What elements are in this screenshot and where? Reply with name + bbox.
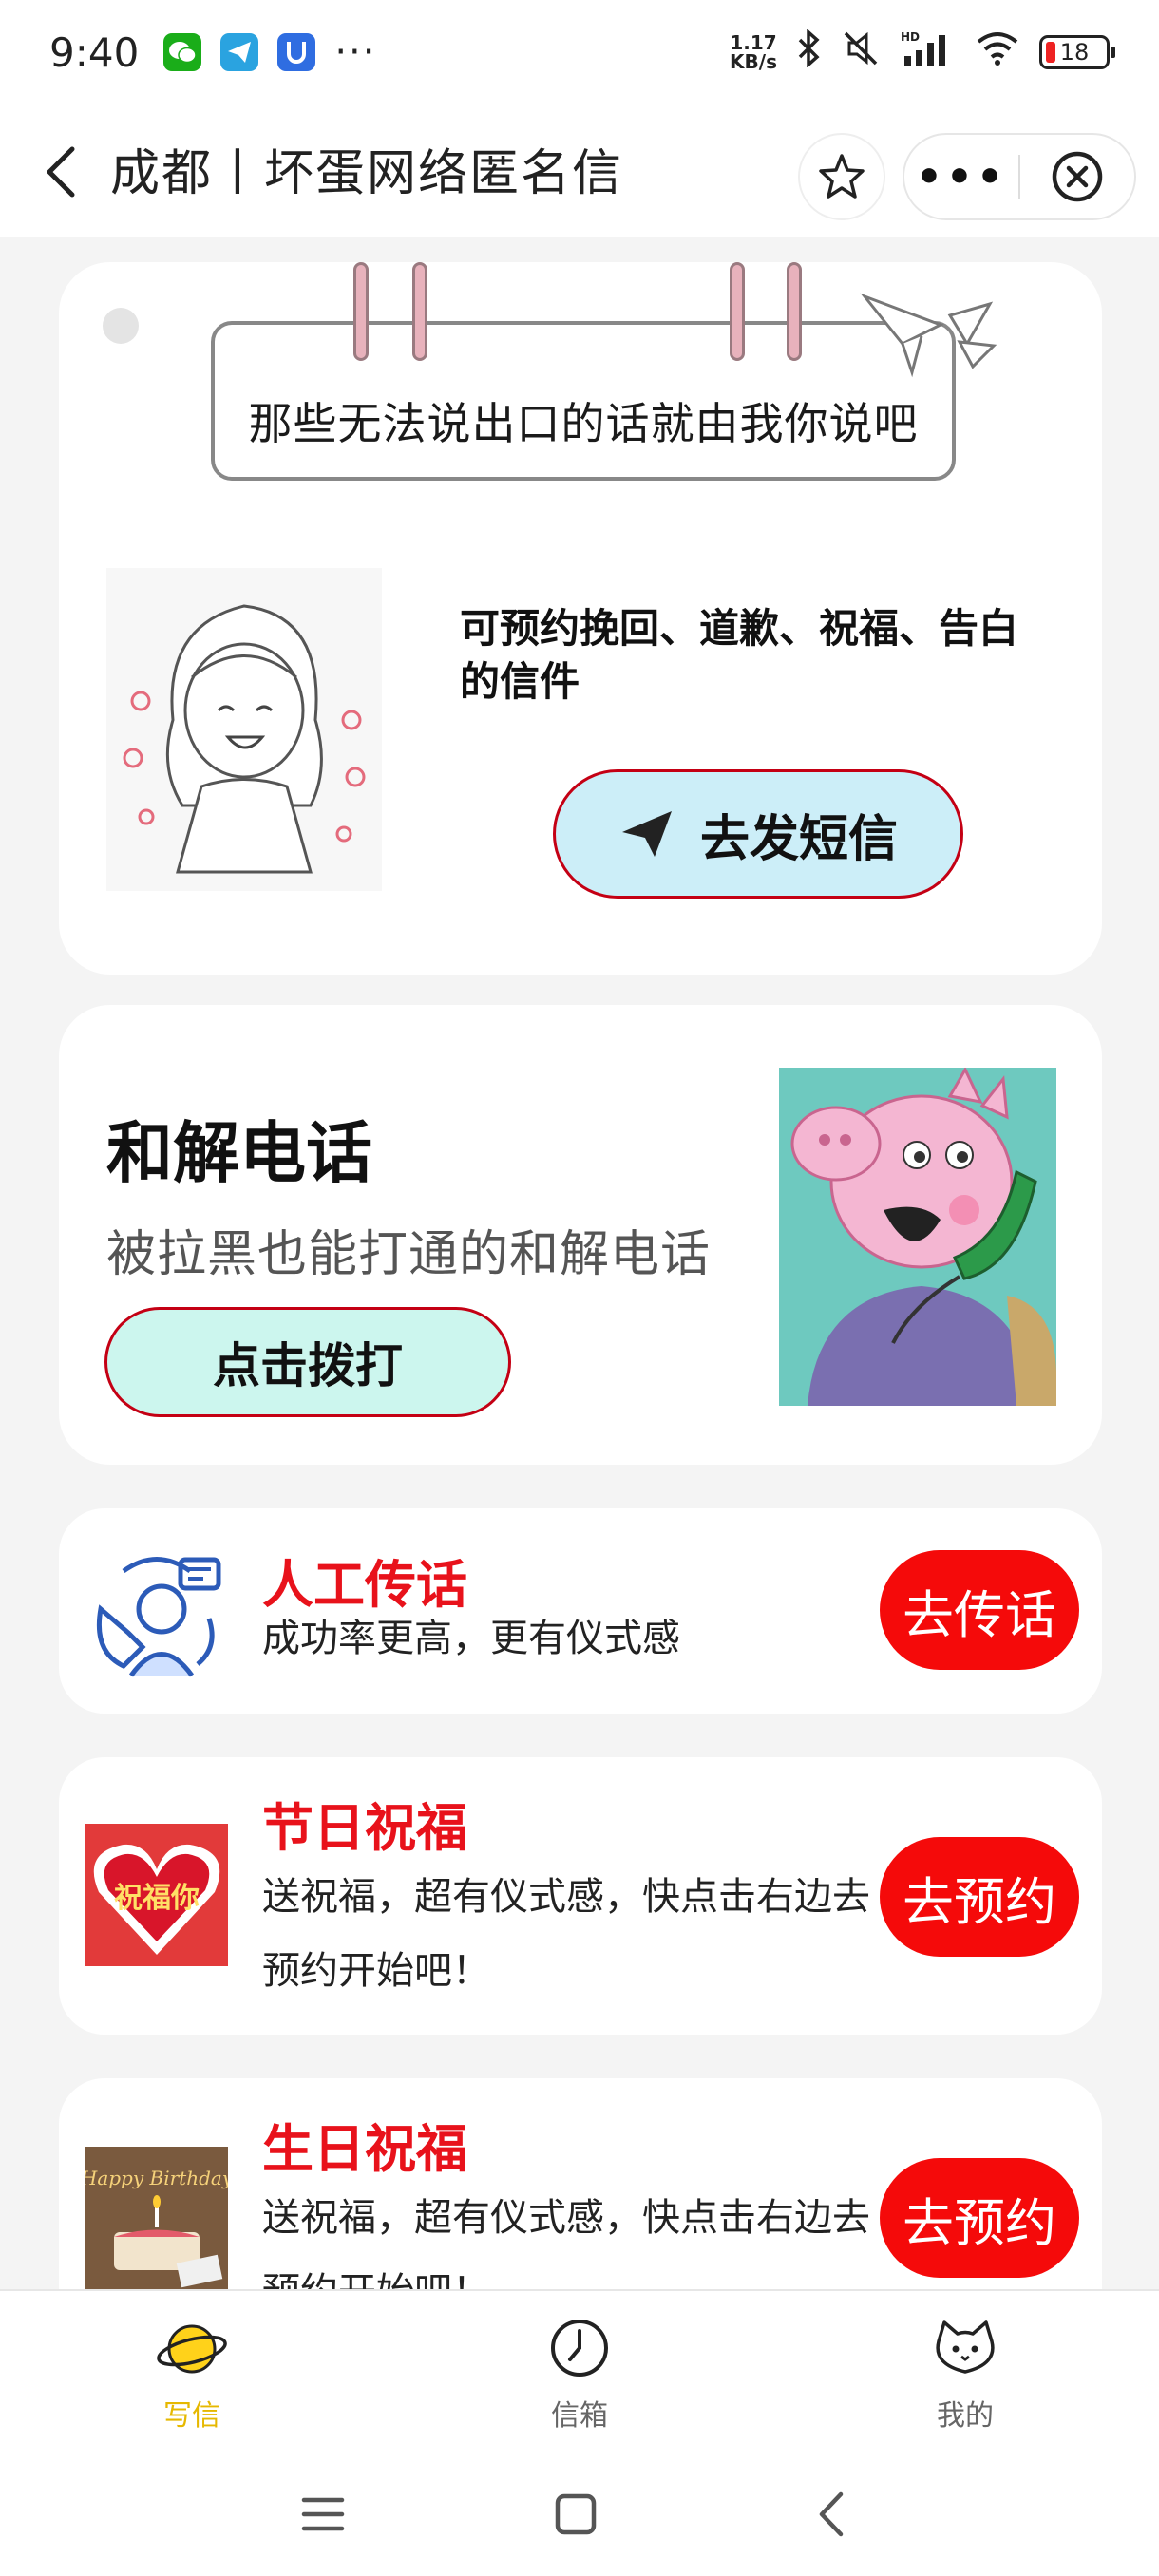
back-button[interactable] xyxy=(32,139,89,205)
book-holiday-button[interactable]: 去预约 xyxy=(880,1837,1079,1957)
customer-service-icon xyxy=(96,1557,221,1677)
battery-level: 18 xyxy=(1059,39,1090,66)
service-card-relay: 人工传话 成功率更高，更有仪式感 去传话 xyxy=(59,1508,1102,1714)
page-title: 成都丨坏蛋网络匿名信 xyxy=(110,145,624,202)
peppa-phone-illustration xyxy=(779,1068,1056,1406)
status-bar: 9:40 ··· 1.17 KB/s HD 18 xyxy=(0,0,1159,104)
tab-mailbox[interactable]: 信箱 xyxy=(484,2310,674,2443)
planet-icon xyxy=(154,2310,230,2386)
mute-icon xyxy=(840,29,882,76)
heart-icon-text: 祝福你 xyxy=(114,1882,200,1915)
signal-icon: HD xyxy=(901,29,956,76)
birthday-icon-text: Happy Birthday xyxy=(86,2167,228,2189)
bluetooth-icon xyxy=(796,28,821,76)
relay-button[interactable]: 去传话 xyxy=(880,1550,1079,1670)
network-speed-unit: KB/s xyxy=(730,50,777,73)
letter-description: 可预约挽回、道歉、祝福、告白的信件 xyxy=(460,605,1019,705)
binder-ring xyxy=(730,262,745,361)
book-birthday-button[interactable]: 去预约 xyxy=(880,2158,1079,2278)
app-notification-icon xyxy=(277,33,316,71)
paper-plane-decoration xyxy=(860,293,998,378)
service-description: 成功率更高，更有仪式感 xyxy=(262,1617,680,1660)
battery-indicator: 18 xyxy=(1039,35,1115,69)
card-dot-decoration xyxy=(103,308,139,344)
network-speed: 1.17 KB/s xyxy=(730,33,777,71)
star-icon xyxy=(819,154,864,199)
binder-ring xyxy=(353,262,369,361)
call-description: 被拉黑也能打通的和解电话 xyxy=(106,1226,712,1283)
nav-back-button[interactable] xyxy=(792,2481,868,2548)
bottom-tab-bar: 写信 信箱 我的 xyxy=(0,2289,1159,2449)
more-button[interactable]: ••• xyxy=(904,135,1018,218)
back-arrow-icon xyxy=(819,2491,844,2537)
tab-label: 信箱 xyxy=(551,2399,608,2433)
send-sms-button[interactable]: 去发短信 xyxy=(553,769,963,899)
clock-icon xyxy=(542,2310,618,2386)
nav-home-button[interactable] xyxy=(538,2481,614,2548)
service-title: 生日祝福 xyxy=(262,2119,467,2179)
network-speed-value: 1.17 xyxy=(730,31,777,54)
send-sms-label: 去发短信 xyxy=(699,810,898,868)
more-notifications-icon: ··· xyxy=(334,30,377,74)
hd-label: HD xyxy=(901,30,920,44)
wechat-icon xyxy=(163,33,202,71)
cat-icon xyxy=(927,2310,1003,2386)
tab-write[interactable]: 写信 xyxy=(97,2310,287,2443)
note-banner: 那些无法说出口的话就由我你说吧 xyxy=(211,321,956,481)
chevron-left-icon xyxy=(47,146,75,198)
tab-mine[interactable]: 我的 xyxy=(870,2310,1060,2443)
binder-ring xyxy=(412,262,428,361)
letter-card: 那些无法说出口的话就由我你说吧 可预约挽回、道歉、祝福、告白的信件 去发短信 xyxy=(59,262,1102,975)
telegram-icon xyxy=(220,33,259,71)
nav-menu-button[interactable] xyxy=(285,2481,361,2548)
tab-label: 写信 xyxy=(163,2399,220,2433)
paper-plane-icon xyxy=(621,811,672,857)
girl-illustration xyxy=(106,568,382,891)
service-card-holiday: 祝福你 节日祝福 送祝福，超有仪式感，快点击右边去预约开始吧！ 去预约 xyxy=(59,1757,1102,2035)
service-description: 送祝福，超有仪式感，快点击右边去预约开始吧！ xyxy=(262,1875,870,1993)
close-button[interactable] xyxy=(1020,135,1134,218)
note-text: 那些无法说出口的话就由我你说吧 xyxy=(248,398,919,449)
title-bar: 成都丨坏蛋网络匿名信 ••• xyxy=(0,104,1159,237)
miniprogram-capsule: ••• xyxy=(902,133,1136,220)
dial-button[interactable]: 点击拨打 xyxy=(104,1307,511,1417)
binder-ring xyxy=(787,262,802,361)
favorite-button[interactable] xyxy=(798,133,885,220)
tab-label: 我的 xyxy=(937,2399,994,2433)
close-circle-icon xyxy=(1052,151,1103,202)
status-time: 9:40 xyxy=(49,28,140,76)
call-title: 和解电话 xyxy=(106,1114,372,1192)
home-square-icon xyxy=(555,2493,597,2535)
wifi-icon xyxy=(975,30,1020,75)
heart-blessing-icon: 祝福你 xyxy=(86,1824,228,1966)
reconcile-call-card: 和解电话 被拉黑也能打通的和解电话 点击拨打 xyxy=(59,1005,1102,1465)
birthday-cake-icon: Happy Birthday xyxy=(86,2147,228,2289)
menu-icon xyxy=(301,2497,345,2531)
system-nav-bar xyxy=(0,2449,1159,2576)
service-title: 节日祝福 xyxy=(262,1798,467,1858)
